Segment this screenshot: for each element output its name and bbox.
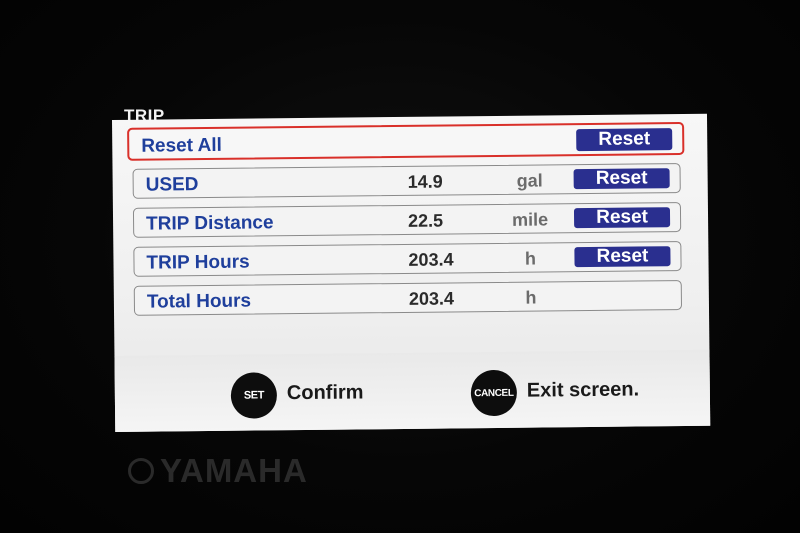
yamaha-logo-icon [128, 458, 154, 484]
row-trip-distance[interactable]: TRIP Distance 22.5 mile Reset [132, 202, 682, 238]
row-trip-hours[interactable]: TRIP Hours 203.4 h Reset [133, 241, 682, 277]
used-value: 14.9 [407, 171, 443, 192]
cancel-button[interactable]: CANCEL [470, 369, 518, 417]
footer-bar: SET Confirm CANCEL Exit screen. [114, 349, 711, 432]
used-unit: gal [516, 170, 543, 191]
row-label: TRIP Hours [146, 251, 250, 274]
row-label: Total Hours [146, 290, 252, 313]
reset-trip-hours-button[interactable]: Reset [574, 245, 671, 268]
reset-trip-distance-button[interactable]: Reset [573, 206, 671, 229]
trip-hours-unit: h [524, 248, 537, 269]
trip-panel: Reset All Reset USED 14.9 gal Reset TRIP… [112, 113, 711, 432]
reset-all-button[interactable]: Reset [576, 128, 673, 152]
row-total-hours: Total Hours 203.4 h [133, 280, 683, 316]
trip-distance-unit: mile [511, 209, 549, 230]
total-hours-unit: h [525, 287, 537, 308]
row-label: USED [145, 174, 199, 196]
brand-name: YAMAHA [160, 452, 308, 489]
exit-screen-label: Exit screen. [526, 378, 640, 402]
row-label: TRIP Distance [145, 212, 274, 235]
row-used[interactable]: USED 14.9 gal Reset [132, 163, 681, 199]
trip-distance-value: 22.5 [407, 210, 444, 231]
confirm-label: Confirm [286, 381, 364, 405]
row-reset-all[interactable]: Reset All Reset [127, 122, 685, 161]
trip-hours-value: 203.4 [408, 249, 454, 270]
reset-used-button[interactable]: Reset [573, 167, 670, 190]
set-button[interactable]: SET [230, 372, 278, 419]
total-hours-value: 203.4 [408, 288, 455, 309]
row-label: Reset All [141, 134, 222, 157]
